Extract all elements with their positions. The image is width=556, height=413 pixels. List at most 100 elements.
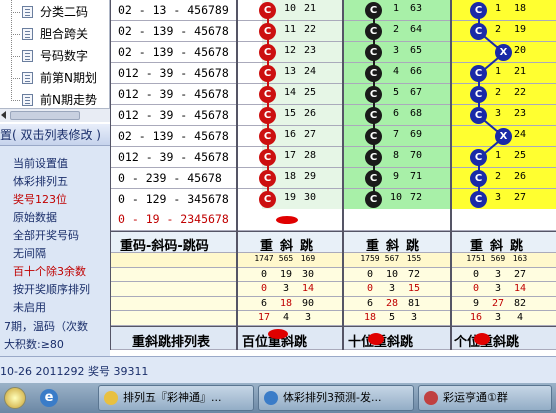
pending-marker xyxy=(276,216,298,224)
header-row: 重码-斜码-跳码 重 斜 跳 重 斜 跳 重 斜 跳 xyxy=(110,231,556,254)
header-main: 重码-斜码-跳码 xyxy=(120,239,209,254)
blue-circle-marker: C xyxy=(470,65,487,82)
red-circle-marker: C xyxy=(259,65,276,82)
red-circle-marker: C xyxy=(259,191,276,208)
stat-value: 27 xyxy=(513,268,527,280)
stat-value: 27 xyxy=(491,297,505,309)
stat-value: 569 xyxy=(490,254,506,263)
settings-panel-title: 置( 双击列表修改 ) xyxy=(0,124,110,146)
stat-value: 14 xyxy=(301,283,315,295)
taskbar: e 排列五『彩神通』... 体彩排列3预测-发... 彩运亨通①群 xyxy=(0,383,556,413)
setting-item-4[interactable]: 无间隔 xyxy=(13,246,46,262)
document-icon xyxy=(22,94,33,106)
red-circle-marker: C xyxy=(259,149,276,166)
setting-item-0[interactable]: 体彩排列五 xyxy=(13,174,68,190)
start-icon[interactable] xyxy=(4,387,26,409)
stat-value: 10 xyxy=(385,268,399,280)
tree-item-3[interactable]: 前第N期划 xyxy=(18,67,110,89)
blue-circle-marker: C xyxy=(470,86,487,103)
setting-item-5[interactable]: 百十个除3余数 xyxy=(13,264,86,280)
trend-table[interactable]: 02 - 13 - 456789 10 21 1 63 1 18 02 - 139 - 456… xyxy=(110,0,556,356)
blue-circle-marker: C xyxy=(470,23,487,40)
black-circle-marker: C xyxy=(365,86,382,103)
red-circle-marker: C xyxy=(259,86,276,103)
stat-value: 5 xyxy=(388,312,396,324)
stat-value: 81 xyxy=(407,297,421,309)
red-circle-marker: C xyxy=(259,128,276,145)
taskbar-item-0[interactable]: 排列五『彩神通』... xyxy=(98,385,254,411)
status-text: 10-26 2011292 奖号 39311 xyxy=(0,365,149,378)
lottery-app-icon xyxy=(104,391,118,405)
stat-value: 565 xyxy=(278,254,294,263)
stats-row: 0 3 14 0 3 15 0 3 14 xyxy=(110,282,556,297)
stat-value: 90 xyxy=(301,297,315,309)
setting-item-6[interactable]: 按开奖顺序排列 xyxy=(13,282,90,298)
stat-value: 14 xyxy=(513,283,527,295)
tree-item-0[interactable]: 分类二码 xyxy=(18,1,110,23)
stat-value: 6 xyxy=(366,297,374,309)
stat-value: 9 xyxy=(472,297,480,309)
taskbar-item-1[interactable]: 体彩排列3预测-发... xyxy=(258,385,414,411)
document-icon xyxy=(22,28,33,40)
black-circle-marker: C xyxy=(365,128,382,145)
blue-circle-marker: C xyxy=(470,149,487,166)
stat-value: 0 xyxy=(260,283,268,295)
stat-value: 6 xyxy=(260,297,268,309)
stat-value: 18 xyxy=(279,297,293,309)
scroll-thumb[interactable] xyxy=(10,111,80,120)
stat-value: 1751 xyxy=(466,254,486,263)
setting-item-1[interactable]: 奖号123位 xyxy=(13,192,67,208)
category-tree: 分类二码 胆合跨关 号码数字 前第N期划 前N期走势 xyxy=(0,0,110,108)
stat-value: 3 xyxy=(388,283,396,295)
status-bar: 10-26 2011292 奖号 39311 xyxy=(0,356,556,383)
taskbar-item-2[interactable]: 彩运亨通①群 xyxy=(418,385,552,411)
horizontal-scrollbar[interactable] xyxy=(0,108,110,122)
stat-value: 18 xyxy=(363,312,377,324)
stats-row: 0 19 30 0 10 72 0 3 27 xyxy=(110,267,556,283)
stat-value: 4 xyxy=(516,312,524,324)
stat-value: 3 xyxy=(410,312,418,324)
stat-value: 3 xyxy=(494,283,502,295)
black-circle-marker: C xyxy=(365,44,382,61)
scroll-left-icon[interactable] xyxy=(1,111,6,119)
stat-value: 169 xyxy=(300,254,316,263)
tree-item-1[interactable]: 胆合跨关 xyxy=(18,23,110,45)
setting-item-7[interactable]: 未启用 xyxy=(13,300,46,316)
stat-value: 155 xyxy=(406,254,422,263)
settings-panel[interactable]: 当前设置值 体彩排列五 奖号123位 原始数据 全部开奖号码 无间隔 百十个除3余数 按开奖… xyxy=(0,146,110,369)
tree-item-2[interactable]: 号码数字 xyxy=(18,45,110,67)
chat-icon xyxy=(424,391,438,405)
stat-value: 3 xyxy=(304,312,312,324)
setting-item-3[interactable]: 全部开奖号码 xyxy=(13,228,79,244)
stat-value: 3 xyxy=(494,312,502,324)
stat-value: 0 xyxy=(260,268,268,280)
black-circle-marker: C xyxy=(365,23,382,40)
red-circle-marker: C xyxy=(259,170,276,187)
setting-item-2[interactable]: 原始数据 xyxy=(13,210,57,226)
setting-item-9[interactable]: 大积数:≥80 xyxy=(4,337,64,353)
stat-value: 3 xyxy=(494,268,502,280)
black-circle-marker: C xyxy=(365,149,382,166)
stat-value: 17 xyxy=(257,312,271,324)
app-window: 分类二码 胆合跨关 号码数字 前第N期划 前N期走势 置( 双击列表修改 ) 当… xyxy=(0,0,556,413)
stat-value: 567 xyxy=(384,254,400,263)
stat-value: 15 xyxy=(407,283,421,295)
stat-value: 3 xyxy=(282,283,290,295)
browser-icon[interactable]: e xyxy=(40,389,58,407)
red-circle-marker: C xyxy=(259,23,276,40)
stat-value: 1759 xyxy=(360,254,380,263)
blue-circle-marker: C xyxy=(470,2,487,19)
black-circle-marker: C xyxy=(365,191,382,208)
stat-value: 16 xyxy=(469,312,483,324)
stat-value: 28 xyxy=(385,297,399,309)
document-icon xyxy=(22,72,33,84)
pending-row[interactable]: 0 - 19 - 2345678 xyxy=(110,209,556,231)
document-icon xyxy=(22,6,33,18)
stat-value: 0 xyxy=(366,283,374,295)
footer-row: 重斜跳排列表 百位重斜跳 十位重斜跳 个位重斜跳 xyxy=(110,326,556,350)
blue-circle-marker: X xyxy=(495,128,512,145)
stat-value: 0 xyxy=(366,268,374,280)
black-circle-marker: C xyxy=(365,2,382,19)
setting-item-8[interactable]: 7期，温码（次数 xyxy=(4,319,88,335)
stat-value: 0 xyxy=(472,283,480,295)
